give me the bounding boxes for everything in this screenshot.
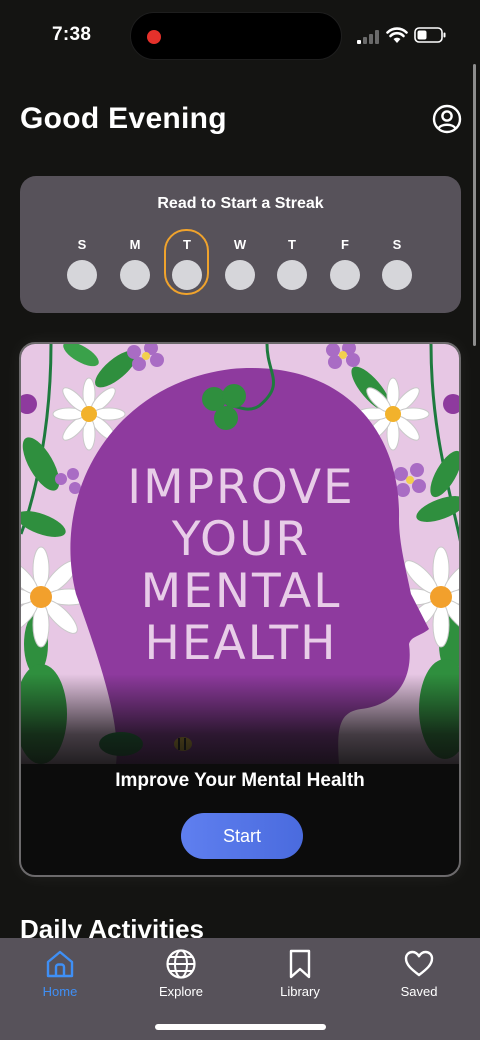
- streak-day: S: [58, 228, 106, 294]
- streak-day-letter: M: [129, 237, 141, 252]
- streak-day-circle: [172, 260, 202, 290]
- bookmark-icon: [289, 949, 311, 979]
- streak-day-circle: [330, 260, 360, 290]
- tab-home[interactable]: Home: [10, 948, 110, 1008]
- wifi-icon: [386, 27, 408, 43]
- dynamic-island: [130, 12, 342, 60]
- streak-day-letter: W: [233, 237, 247, 252]
- illustration-title-line: IMPROVE: [127, 460, 355, 515]
- recording-indicator-icon: [147, 30, 161, 44]
- streak-day-letter: F: [341, 237, 349, 252]
- streak-day-circle: [225, 260, 255, 290]
- tab-saved[interactable]: Saved: [369, 948, 469, 1008]
- tab-saved-label: Saved: [400, 984, 438, 999]
- streak-title: Read to Start a Streak: [157, 195, 324, 212]
- profile-icon[interactable]: [432, 104, 462, 134]
- page-title: Good Evening: [20, 102, 227, 135]
- streak-day-letter: S: [77, 237, 87, 252]
- streak-day: F: [321, 228, 369, 294]
- bottom-tab-bar: Home Explore Library Saved: [0, 938, 480, 1040]
- cellular-signal-icon: [357, 30, 379, 44]
- streak-card: Read to Start a Streak S M T W T F S: [20, 176, 461, 313]
- tab-explore[interactable]: Explore: [131, 948, 231, 1008]
- streak-day-circle: [120, 260, 150, 290]
- featured-program-title: Improve Your Mental Health: [115, 770, 365, 791]
- tab-library-label: Library: [280, 984, 320, 999]
- illustration-title-line: MENTAL: [140, 564, 342, 619]
- streak-day-circle: [382, 260, 412, 290]
- streak-day-letter: T: [183, 237, 191, 252]
- heart-icon: [404, 950, 434, 977]
- streak-day-letter: T: [288, 237, 296, 252]
- streak-day: T: [163, 228, 211, 295]
- globe-icon: [166, 949, 196, 979]
- home-icon: [46, 950, 74, 978]
- streak-day: T: [268, 228, 316, 294]
- illustration-fade: [21, 674, 459, 784]
- streak-day-circle: [67, 260, 97, 290]
- battery-icon: [414, 27, 446, 43]
- illustration-title: IMPROVE YOUR MENTAL HEALTH: [61, 462, 421, 670]
- status-bar: 7:38: [0, 0, 480, 72]
- featured-program-card[interactable]: IMPROVE YOUR MENTAL HEALTH Improve Your …: [19, 342, 461, 877]
- streak-day-letter: S: [392, 237, 402, 252]
- streak-day: S: [373, 228, 421, 294]
- illustration-title-line: YOUR: [171, 512, 311, 567]
- start-button[interactable]: Start: [181, 813, 303, 859]
- tab-explore-label: Explore: [158, 984, 204, 999]
- streak-day: W: [216, 228, 264, 294]
- status-time: 7:38: [52, 24, 92, 45]
- tab-home-label: Home: [42, 984, 78, 999]
- scroll-indicator[interactable]: [473, 64, 476, 346]
- streak-day: M: [111, 228, 159, 294]
- home-indicator[interactable]: [155, 1024, 326, 1030]
- streak-day-circle: [277, 260, 307, 290]
- illustration-title-line: HEALTH: [144, 616, 338, 671]
- tab-library[interactable]: Library: [250, 948, 350, 1008]
